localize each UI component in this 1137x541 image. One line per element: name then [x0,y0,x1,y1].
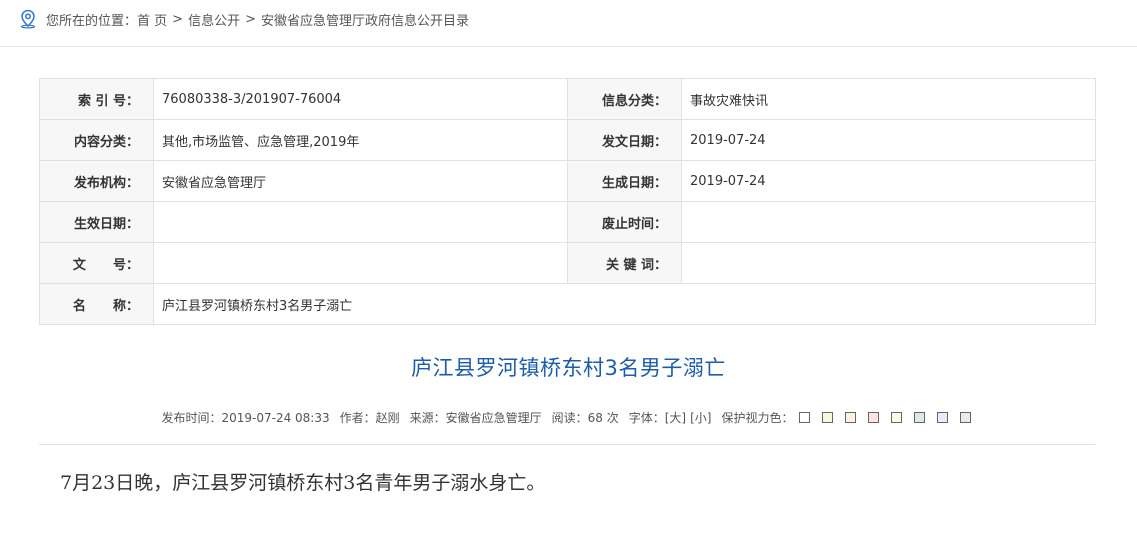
index-number-label: 索 引 号： [39,78,154,120]
effective-date-value [153,201,568,243]
repeal-date-label: 废止时间： [567,201,682,243]
eye-care-color-swatch[interactable] [959,412,971,423]
publisher-value: 安徽省应急管理厅 [153,160,568,202]
document-number-value [153,242,568,284]
content-category-value: 其他,市场监管、应急管理,2019年 [153,119,568,161]
article-title: 庐江县罗河镇桥东村3名男子溺亡 [411,356,726,380]
breadcrumb-home-link[interactable]: 首 页 [137,10,167,29]
source: 来源：安徽省应急管理厅 [409,411,542,425]
issue-date-value: 2019-07-24 [681,119,1096,161]
info-category-value: 事故灾难快讯 [681,78,1096,120]
eye-care-color-swatch[interactable] [913,412,925,423]
content-category-label: 内容分类： [39,119,154,161]
generated-date-value: 2019-07-24 [681,160,1096,202]
eye-care-color-swatch[interactable] [844,412,856,423]
author: 作者：赵刚 [339,411,400,425]
keywords-label: 关 键 词： [567,242,682,284]
eye-care-color-swatch[interactable] [867,412,879,423]
eye-care-color-swatch[interactable] [890,412,902,423]
meta-row: 索 引 号： 76080338-3/201907-76004 信息分类： 事故灾… [39,78,1096,120]
meta-row: 生效日期： 废止时间： [39,201,1096,243]
document-name-value: 庐江县罗河镇桥东村3名男子溺亡 [153,283,1096,325]
font-small-button[interactable]: [小] [690,409,711,426]
meta-row: 内容分类： 其他,市场监管、应急管理,2019年 发文日期： 2019-07-2… [39,119,1096,161]
index-number-value: 76080338-3/201907-76004 [153,78,568,120]
location-pin-icon [18,9,38,29]
effective-date-label: 生效日期： [39,201,154,243]
breadcrumb-separator: > [172,11,184,27]
article-body-paragraph: 7月23日晚，庐江县罗河镇桥东村3名青年男子溺水身亡。 [60,472,546,494]
eye-care-color-label: 保护视力色： [721,411,794,425]
breadcrumb-separator: > [245,11,256,27]
eye-care-color-swatch[interactable] [936,412,948,423]
font-large-button[interactable]: [大] [665,409,686,426]
eye-care-color-swatches [794,412,976,423]
meta-row: 发布机构： 安徽省应急管理厅 生成日期： 2019-07-24 [39,160,1096,202]
keywords-value [681,242,1096,284]
eye-care-color-swatch[interactable] [798,412,810,423]
document-name-label: 名 称： [39,283,154,325]
issue-date-label: 发文日期： [567,119,682,161]
meta-row: 名 称： 庐江县罗河镇桥东村3名男子溺亡 [39,283,1096,325]
view-count: 阅读：68 次 [551,411,619,425]
breadcrumb-prefix: 您所在的位置： [46,13,138,29]
meta-row: 文 号： 关 键 词： [39,242,1096,284]
article-info-bar: 发布时间：2019-07-24 08:33 作者：赵刚 来源：安徽省应急管理厅 … [0,409,1137,426]
eye-care-color-swatch[interactable] [821,412,833,423]
breadcrumb: 您所在的位置： 首 页 > 信息公开 > 安徽省应急管理厅政府信息公开目录 [18,8,469,30]
breadcrumb-catalog-link[interactable]: 安徽省应急管理厅政府信息公开目录 [261,10,469,29]
document-number-label: 文 号： [39,242,154,284]
content-divider [39,444,1095,445]
generated-date-label: 生成日期： [567,160,682,202]
header-divider [0,46,1137,47]
breadcrumb-info-public-link[interactable]: 信息公开 [188,10,240,29]
repeal-date-value [681,201,1096,243]
publish-time: 发布时间：2019-07-24 08:33 [161,411,330,425]
document-meta-table: 索 引 号： 76080338-3/201907-76004 信息分类： 事故灾… [39,78,1096,325]
info-category-label: 信息分类： [567,78,682,120]
publisher-label: 发布机构： [39,160,154,202]
font-size-label: 字体： [628,411,665,425]
